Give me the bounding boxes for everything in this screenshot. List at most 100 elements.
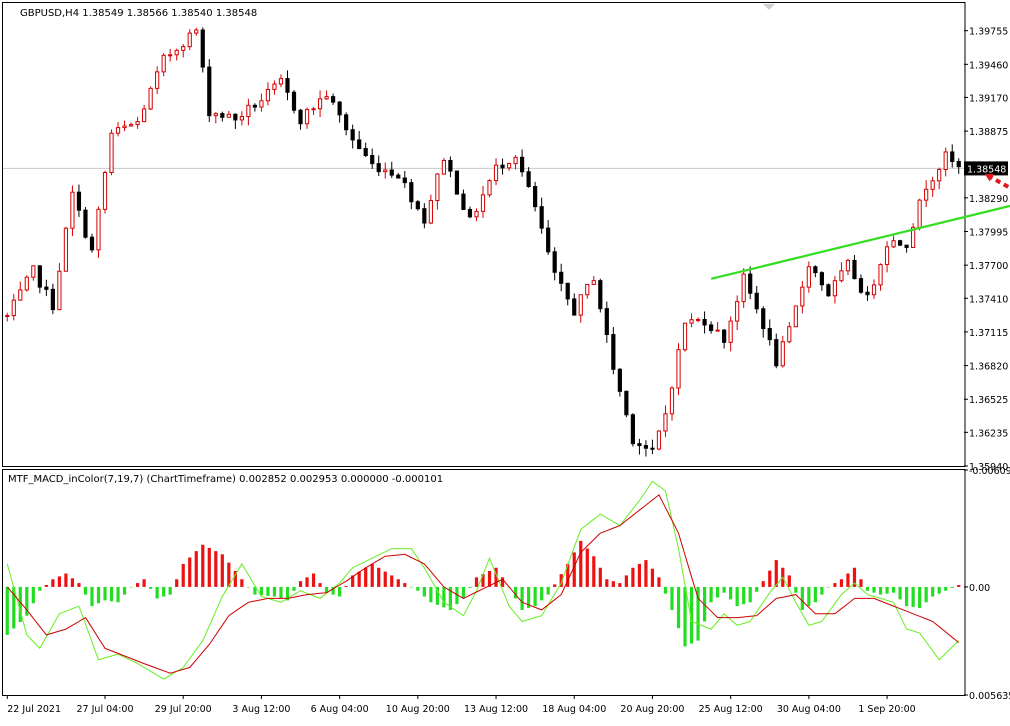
macd-histogram-bar — [612, 581, 615, 587]
candle-body — [169, 55, 172, 56]
macd-histogram-bar — [885, 587, 888, 594]
candle-body — [136, 122, 139, 125]
candle-body — [560, 272, 563, 283]
macd-histogram-bar — [208, 548, 211, 587]
candle-body — [442, 160, 445, 174]
time-tick-label: 3 Aug 12:00 — [232, 704, 290, 715]
macd-histogram-bar — [749, 587, 752, 602]
candle-body — [234, 114, 237, 120]
candle-body — [64, 228, 67, 271]
macd-histogram-bar — [221, 554, 224, 587]
candle-body — [6, 316, 9, 317]
candle-body — [768, 329, 771, 340]
candle-body — [599, 281, 602, 309]
time-tick-label: 29 Jul 20:00 — [155, 704, 212, 715]
candle-body — [312, 109, 315, 110]
candle-body — [32, 266, 35, 277]
macd-histogram-bar — [468, 587, 471, 588]
macd-histogram-bar — [534, 587, 537, 606]
candle-body — [260, 101, 263, 107]
price-tick-label: 1.38875 — [969, 127, 1008, 138]
macd-histogram-bar — [201, 545, 204, 587]
candle-body — [25, 277, 28, 290]
candle-body — [696, 319, 699, 320]
candle-body — [807, 267, 810, 287]
candle-body — [116, 128, 119, 134]
macd-histogram-bar — [938, 587, 941, 594]
candle-body — [364, 149, 367, 156]
candle-body — [84, 210, 87, 237]
macd-histogram-bar — [442, 587, 445, 607]
macd-histogram-bar — [77, 583, 80, 587]
candle-body — [670, 388, 673, 414]
candle-body — [97, 209, 100, 250]
macd-histogram-bar — [586, 549, 589, 587]
macd-histogram-bar — [592, 556, 595, 587]
candle-body — [892, 241, 895, 247]
macd-histogram-bar — [475, 577, 478, 587]
macd-histogram-bar — [38, 587, 41, 591]
candle-body — [325, 97, 328, 99]
macd-histogram-bar — [358, 572, 361, 587]
macd-histogram-bar — [305, 577, 308, 587]
candle-body — [827, 285, 830, 296]
macd-histogram-bar — [918, 587, 921, 608]
candle-body — [384, 170, 387, 172]
candle-body — [540, 207, 543, 228]
candle-body — [436, 174, 439, 200]
time-tick-label: 18 Aug 04:00 — [542, 704, 606, 715]
candle — [612, 327, 615, 374]
candle-body — [188, 33, 191, 47]
candle-body — [227, 114, 230, 117]
candle-body — [586, 284, 589, 294]
macd-histogram-bar — [51, 579, 54, 587]
macd-histogram-bar — [579, 541, 582, 587]
macd-histogram-bar — [951, 587, 954, 588]
candle-body — [423, 209, 426, 223]
price-tick-label: 1.37700 — [969, 261, 1008, 272]
candle-body — [605, 309, 608, 335]
candle-body — [501, 165, 504, 168]
candle-body — [305, 110, 308, 124]
price-tick-label: 1.36525 — [969, 395, 1008, 406]
macd-histogram-bar — [709, 587, 712, 602]
candle — [599, 279, 602, 313]
macd-histogram-bar — [820, 587, 823, 595]
price-chart-svg[interactable]: 1.359401.362351.365251.368201.371151.374… — [0, 0, 1010, 722]
macd-histogram-bar — [547, 587, 550, 595]
macd-histogram-bar — [801, 587, 804, 610]
candle-body — [332, 97, 335, 102]
macd-histogram-bar — [462, 587, 465, 599]
candle-body — [898, 241, 901, 245]
candle-body — [12, 300, 15, 315]
macd-histogram-bar — [312, 574, 315, 587]
macd-histogram-bar — [651, 569, 654, 587]
candle-body — [677, 350, 680, 388]
candle-body — [664, 414, 667, 431]
time-tick-label: 6 Aug 04:00 — [311, 704, 369, 715]
candle-body — [814, 267, 817, 273]
candle-body — [253, 105, 256, 107]
candle-body — [455, 171, 458, 194]
macd-histogram-bar — [403, 583, 406, 587]
candle-body — [156, 72, 159, 89]
macd-histogram-bar — [364, 568, 367, 587]
candle-body — [625, 391, 628, 414]
macd-histogram-bar — [103, 587, 106, 600]
macd-histogram-bar — [384, 572, 387, 587]
macd-histogram-bar — [872, 587, 875, 593]
candle-body — [345, 115, 348, 130]
candle-body — [951, 152, 954, 162]
candle-body — [279, 79, 282, 84]
macd-histogram-bar — [644, 560, 647, 587]
macd-histogram-bar — [371, 564, 374, 587]
candle — [97, 206, 100, 257]
candle-body — [925, 189, 928, 200]
time-tick-label: 10 Aug 20:00 — [386, 704, 450, 715]
macd-histogram-bar — [599, 568, 602, 587]
candle-body — [51, 289, 54, 309]
price-tick-label: 1.38290 — [969, 194, 1008, 205]
macd-histogram-bar — [318, 583, 321, 587]
macd-histogram-bar — [925, 587, 928, 602]
candle-body — [162, 55, 165, 72]
